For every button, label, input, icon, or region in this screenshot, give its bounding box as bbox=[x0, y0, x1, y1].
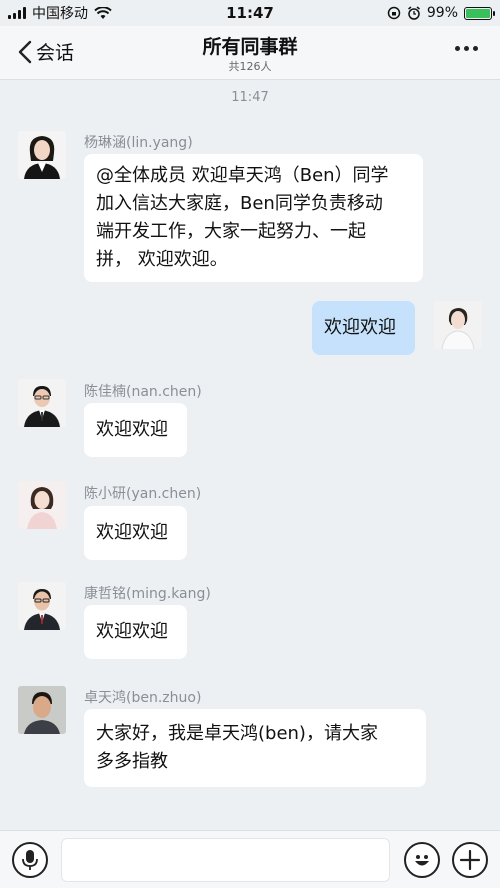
message-text: 大家好，我是卓天鸿(ben)，请大家 bbox=[96, 723, 378, 744]
emoji-button[interactable] bbox=[404, 842, 440, 878]
status-left: 中国移动 bbox=[8, 3, 112, 23]
more-dot-icon bbox=[455, 46, 460, 51]
message-text: 多多指教 bbox=[96, 751, 168, 772]
avatar[interactable] bbox=[18, 686, 66, 734]
message-sender: 康哲铭(ming.kang) bbox=[84, 586, 211, 602]
message-text: @全体成员 欢迎卓天鸿（Ben）同学 bbox=[96, 165, 389, 186]
avatar[interactable] bbox=[18, 582, 66, 630]
message-bubble[interactable]: @全体成员 欢迎卓天鸿（Ben）同学 加入信达大家庭，Ben同学负责移动 端开发… bbox=[84, 154, 423, 282]
status-right: 99% bbox=[387, 5, 495, 21]
more-dot-icon bbox=[464, 46, 469, 51]
nav-bar: 会话 所有同事群 共126人 bbox=[0, 26, 500, 80]
alarm-icon bbox=[407, 6, 420, 20]
message-text: 拼， 欢迎欢迎。 bbox=[96, 249, 228, 270]
orientation-lock-icon bbox=[387, 6, 401, 20]
signal-icon bbox=[8, 7, 26, 19]
message-text: 欢迎欢迎 bbox=[96, 621, 168, 642]
message-input[interactable] bbox=[61, 838, 390, 882]
message-sender: 陈佳楠(nan.chen) bbox=[84, 384, 202, 400]
add-button[interactable] bbox=[452, 842, 488, 878]
smiley-icon bbox=[415, 855, 429, 866]
avatar[interactable] bbox=[18, 379, 66, 427]
input-bar bbox=[0, 830, 500, 888]
wifi-icon bbox=[94, 6, 112, 19]
my-avatar[interactable] bbox=[434, 301, 482, 349]
message-text: 欢迎欢迎 bbox=[96, 419, 168, 440]
chat-timestamp: 11:47 bbox=[231, 90, 269, 105]
carrier-name: 中国移动 bbox=[32, 6, 88, 22]
message-text: 加入信达大家庭，Ben同学负责移动 bbox=[96, 193, 383, 214]
voice-button[interactable] bbox=[12, 842, 48, 878]
message-bubble[interactable]: 欢迎欢迎 bbox=[84, 506, 187, 560]
status-bar: 中国移动 11:47 99% bbox=[0, 0, 500, 26]
avatar[interactable] bbox=[18, 131, 66, 179]
message-text: 端开发工作，大家一起努力、一起 bbox=[96, 221, 366, 242]
avatar[interactable] bbox=[18, 481, 66, 529]
message-sender: 卓天鸿(ben.zhuo) bbox=[84, 690, 202, 706]
message-text: 欢迎欢迎 bbox=[96, 522, 168, 543]
member-count: 共126人 bbox=[228, 60, 272, 73]
more-options-button[interactable] bbox=[455, 46, 478, 51]
message-text: 欢迎欢迎 bbox=[324, 317, 396, 338]
my-message-bubble[interactable]: 欢迎欢迎 bbox=[312, 301, 415, 355]
message-bubble[interactable]: 欢迎欢迎 bbox=[84, 605, 187, 659]
battery-icon bbox=[464, 6, 495, 20]
message-bubble[interactable]: 欢迎欢迎 bbox=[84, 403, 187, 457]
plus-icon bbox=[459, 849, 481, 871]
message-sender: 杨琳涵(lin.yang) bbox=[84, 135, 193, 151]
more-dot-icon bbox=[473, 46, 478, 51]
battery-percent: 99% bbox=[426, 5, 458, 21]
message-bubble[interactable]: 大家好，我是卓天鸿(ben)，请大家 多多指教 bbox=[84, 709, 426, 787]
message-sender: 陈小研(yan.chen) bbox=[84, 486, 202, 502]
microphone-icon bbox=[22, 850, 38, 870]
chat-title: 所有同事群 bbox=[202, 36, 298, 58]
